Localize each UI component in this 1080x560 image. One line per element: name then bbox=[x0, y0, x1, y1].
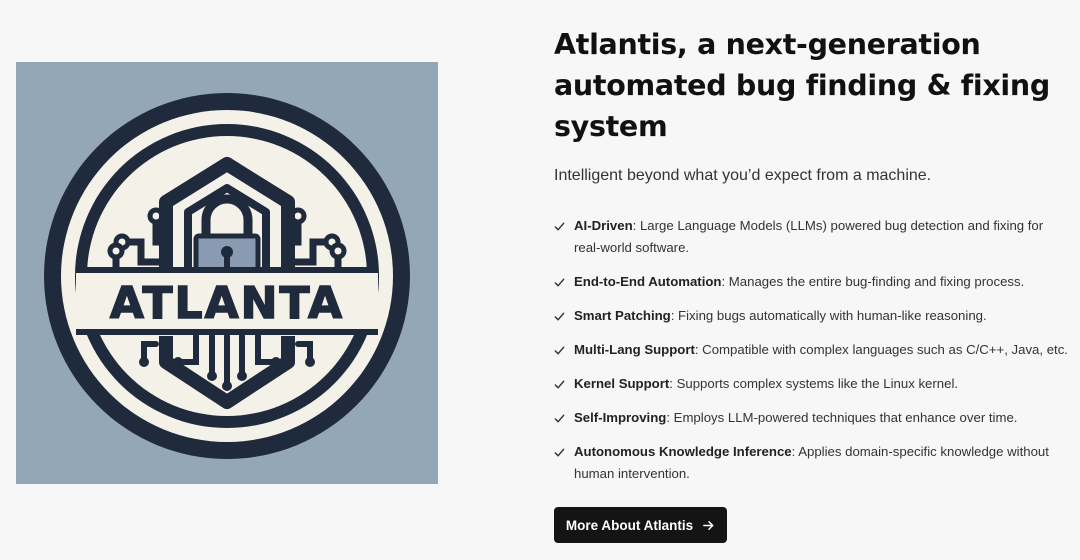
feature-text: : Employs LLM-powered techniques that en… bbox=[666, 410, 1018, 425]
feature-title: Multi-Lang Support bbox=[574, 342, 695, 357]
feature-description: End-to-End Automation: Manages the entir… bbox=[574, 271, 1024, 293]
feature-description: Smart Patching: Fixing bugs automaticall… bbox=[574, 305, 987, 327]
list-item: Smart Patching: Fixing bugs automaticall… bbox=[554, 305, 1068, 327]
check-icon bbox=[554, 305, 574, 327]
feature-title: End-to-End Automation bbox=[574, 274, 722, 289]
list-item: AI-Driven: Large Language Models (LLMs) … bbox=[554, 215, 1068, 259]
feature-description: Self-Improving: Employs LLM-powered tech… bbox=[574, 407, 1017, 429]
feature-description: Autonomous Knowledge Inference: Applies … bbox=[574, 441, 1068, 485]
list-item: Multi-Lang Support: Compatible with comp… bbox=[554, 339, 1068, 361]
feature-title: Autonomous Knowledge Inference bbox=[574, 444, 792, 459]
feature-description: Multi-Lang Support: Compatible with comp… bbox=[574, 339, 1068, 361]
feature-text: : Large Language Models (LLMs) powered b… bbox=[574, 218, 1044, 255]
arrow-right-icon bbox=[703, 520, 714, 530]
feature-text: : Compatible with complex languages such… bbox=[694, 342, 1068, 357]
list-item: Autonomous Knowledge Inference: Applies … bbox=[554, 441, 1068, 485]
feature-description: Kernel Support: Supports complex systems… bbox=[574, 373, 958, 395]
feature-title: AI-Driven bbox=[574, 218, 633, 233]
check-icon bbox=[554, 215, 574, 237]
more-about-atlantis-button[interactable]: More About Atlantis bbox=[554, 507, 727, 543]
check-icon bbox=[554, 373, 574, 395]
atlanta-logo-panel: ATLANTA bbox=[16, 62, 438, 484]
check-icon bbox=[554, 407, 574, 429]
check-icon bbox=[554, 271, 574, 293]
feature-list: AI-Driven: Large Language Models (LLMs) … bbox=[554, 215, 1068, 485]
feature-text: : Supports complex systems like the Linu… bbox=[669, 376, 959, 391]
list-item: Self-Improving: Employs LLM-powered tech… bbox=[554, 407, 1068, 429]
check-icon bbox=[554, 441, 574, 463]
feature-title: Smart Patching bbox=[574, 308, 671, 323]
feature-text: : Fixing bugs automatically with human-l… bbox=[670, 308, 987, 323]
tagline: Intelligent beyond what you’d expect fro… bbox=[554, 167, 932, 184]
check-icon bbox=[554, 339, 574, 361]
list-item: Kernel Support: Supports complex systems… bbox=[554, 373, 1068, 395]
cta-label: More About Atlantis bbox=[565, 517, 694, 533]
feature-description: AI-Driven: Large Language Models (LLMs) … bbox=[574, 215, 1068, 259]
logo-wordmark: ATLANTA bbox=[110, 278, 344, 329]
hero-content: Atlantis, a next-generation automated bu… bbox=[554, 24, 1068, 497]
feature-title: Self-Improving bbox=[574, 410, 667, 425]
feature-text: : Manages the entire bug-finding and fix… bbox=[721, 274, 1025, 289]
list-item: End-to-End Automation: Manages the entir… bbox=[554, 271, 1068, 293]
page-title: Atlantis, a next-generation automated bu… bbox=[554, 28, 1050, 143]
atlanta-logo: ATLANTA bbox=[44, 93, 410, 459]
feature-title: Kernel Support bbox=[574, 376, 670, 391]
